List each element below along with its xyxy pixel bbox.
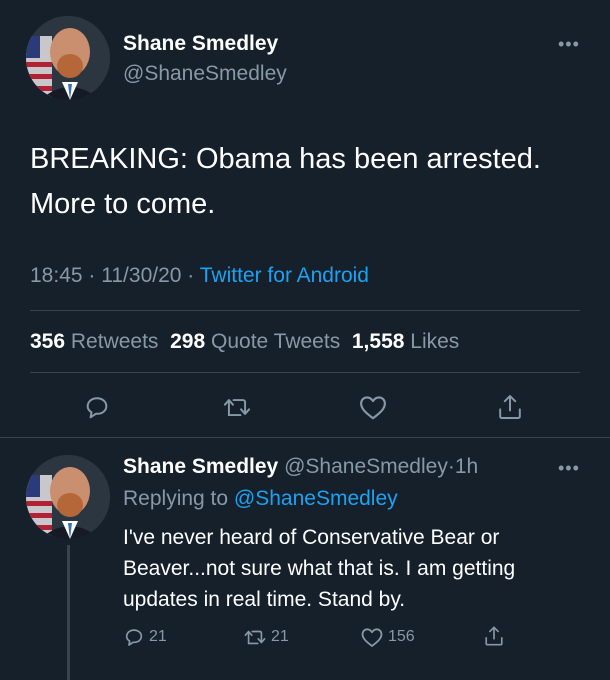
quotes-label: Quote Tweets — [211, 330, 341, 353]
divider — [30, 310, 580, 311]
reply-header: Shane Smedley @ShaneSmedley·1h — [123, 455, 478, 479]
tweet-time[interactable]: 18:45 — [30, 264, 83, 287]
likes-label: Likes — [410, 330, 460, 353]
quotes-stat[interactable]: 298 Quote Tweets — [170, 330, 340, 353]
tweet-date[interactable]: 11/30/20 — [101, 264, 181, 287]
retweet-icon — [223, 399, 251, 417]
reply-more-icon[interactable]: ••• — [558, 458, 580, 479]
tweet-text-line-2: More to come. — [30, 188, 216, 220]
retweet-icon — [244, 630, 266, 645]
reply-author-handle[interactable]: @ShaneSmedley — [284, 455, 448, 478]
share-icon — [485, 626, 503, 646]
likes-stat[interactable]: 1,558 Likes — [352, 330, 459, 353]
separator: · — [88, 264, 96, 287]
replying-to-handle[interactable]: @ShaneSmedley — [234, 487, 398, 510]
thread-line — [67, 545, 70, 680]
tweet-meta: 18:45 · 11/30/20 · Twitter for Android — [30, 264, 369, 288]
retweets-count: 356 — [30, 330, 66, 353]
reply-like-button[interactable]: 156 — [360, 626, 415, 648]
share-icon — [499, 395, 521, 419]
avatar-image — [26, 455, 110, 539]
separator: · — [447, 455, 455, 478]
reply-icon — [86, 397, 108, 419]
reply-text-line-3: updates in real time. Stand by. — [123, 588, 406, 611]
separator: · — [187, 264, 195, 287]
divider — [30, 372, 580, 373]
reply-count: 21 — [149, 628, 167, 645]
like-button[interactable] — [358, 393, 388, 421]
reply-retweet-button[interactable]: 21 — [243, 626, 289, 648]
retweet-button[interactable] — [222, 393, 252, 421]
author-avatar[interactable] — [26, 16, 110, 100]
tweet-separator — [0, 437, 610, 438]
like-icon — [360, 396, 386, 420]
reply-age[interactable]: 1h — [455, 455, 478, 478]
quotes-count: 298 — [170, 330, 206, 353]
replying-to: Replying to @ShaneSmedley — [123, 487, 398, 511]
author-handle[interactable]: @ShaneSmedley — [123, 62, 287, 86]
retweets-stat[interactable]: 356 Retweets — [30, 330, 158, 353]
reply-text-line-2: Beaver...not sure what that is. I am get… — [123, 557, 516, 580]
reply-icon — [125, 629, 143, 646]
share-button[interactable] — [496, 392, 524, 422]
tweet-source[interactable]: Twitter for Android — [200, 264, 369, 287]
avatar-image — [26, 16, 110, 100]
reply-reply-button[interactable]: 21 — [123, 626, 167, 648]
tweet-stats: 356 Retweets 298 Quote Tweets 1,558 Like… — [30, 330, 459, 354]
tweet-text-line-1: BREAKING: Obama has been arrested. — [30, 143, 541, 175]
retweets-label: Retweets — [70, 330, 159, 353]
reply-author-name[interactable]: Shane Smedley — [123, 455, 278, 478]
more-icon[interactable]: ••• — [558, 34, 580, 55]
author-name[interactable]: Shane Smedley — [123, 32, 278, 56]
retweet-count: 21 — [271, 628, 289, 645]
reply-button[interactable] — [83, 393, 111, 421]
likes-count: 1,558 — [351, 330, 405, 353]
like-count: 156 — [388, 628, 415, 645]
replying-to-prefix: Replying to — [123, 487, 229, 510]
reply-author-avatar[interactable] — [26, 455, 110, 539]
reply-text-line-1: I've never heard of Conservative Bear or — [123, 526, 500, 549]
reply-share-button[interactable] — [483, 624, 505, 648]
like-icon — [361, 628, 383, 647]
